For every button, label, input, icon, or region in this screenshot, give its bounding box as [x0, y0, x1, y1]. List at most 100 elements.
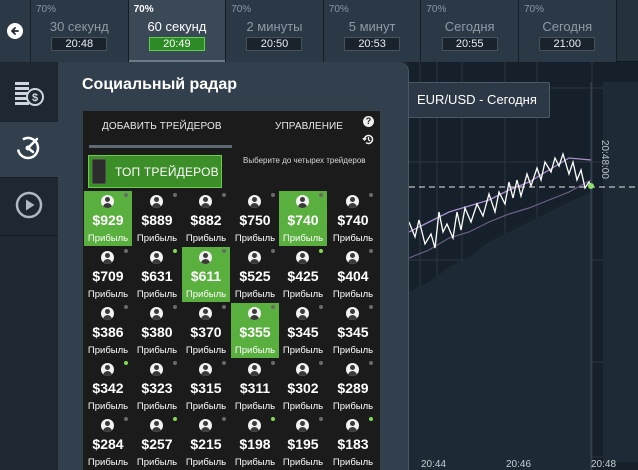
profit-label: Прибыль [136, 345, 178, 356]
trader-card[interactable]: $345 Прибыль [329, 303, 377, 358]
expiry-duration: Сегодня [542, 19, 593, 34]
back-button[interactable] [0, 0, 31, 62]
sidebar-item-social-radar[interactable] [0, 122, 58, 178]
trader-profit-amount: $315 [190, 380, 222, 396]
trader-card[interactable]: $323 Прибыль [133, 359, 181, 414]
asset-pair-label[interactable]: EUR/USD - Сегодня [407, 82, 550, 118]
social-radar-panel: Социальный радар ДОБАВИТЬ ТРЕЙДЕРОВ УПРА… [58, 62, 409, 470]
trader-profit-amount: $740 [337, 212, 369, 228]
help-icon[interactable]: ? [363, 116, 374, 127]
profit-label: Прибыль [87, 233, 129, 244]
trader-card[interactable]: $425 Прибыль [279, 247, 327, 302]
profit-label: Прибыль [332, 345, 374, 356]
trader-card[interactable]: $386 Прибыль [84, 303, 132, 358]
profit-label: Прибыль [282, 289, 324, 300]
expiry-tab[interactable]: 70% Сегодня 20:55 [421, 0, 519, 62]
trader-card[interactable]: $183 Прибыль [329, 415, 377, 470]
trader-profit-amount: $740 [287, 212, 319, 228]
trader-profit-amount: $289 [337, 380, 369, 396]
trader-profit-amount: $631 [141, 268, 173, 284]
history-icon[interactable] [362, 133, 375, 151]
status-dot [319, 249, 323, 253]
trader-card[interactable]: $315 Прибыль [182, 359, 230, 414]
x-tick-label: 20:48 [591, 459, 617, 470]
trader-card[interactable]: $750 Прибыль [231, 191, 279, 246]
profit-label: Прибыль [87, 401, 129, 412]
trader-card[interactable]: $370 Прибыль [182, 303, 230, 358]
avatar-icon [346, 251, 359, 264]
status-dot [319, 193, 323, 197]
profit-label: Прибыль [332, 457, 374, 468]
trader-card[interactable]: $882 Прибыль [182, 191, 230, 246]
trader-profit-amount: $345 [287, 324, 319, 340]
status-dot [222, 193, 226, 197]
trader-card[interactable]: $289 Прибыль [329, 359, 377, 414]
sidebar-item-earnings[interactable]: $ [0, 68, 58, 124]
trader-card[interactable]: $198 Прибыль [231, 415, 279, 470]
trader-profit-amount: $302 [287, 380, 319, 396]
expiry-time: 20:49 [148, 37, 205, 51]
avatar-icon [296, 363, 309, 376]
trader-card[interactable]: $195 Прибыль [279, 415, 327, 470]
trader-profit-amount: $380 [141, 324, 173, 340]
expiry-tab[interactable]: 70% Сегодня 21:00 [518, 0, 617, 62]
trader-card[interactable]: $302 Прибыль [279, 359, 327, 414]
trader-card[interactable]: $404 Прибыль [329, 247, 377, 302]
profit-label: Прибыль [87, 457, 129, 468]
trader-card[interactable]: $342 Прибыль [84, 359, 132, 414]
expiry-duration: 60 секунд [147, 19, 207, 34]
trader-card[interactable]: $257 Прибыль [133, 415, 181, 470]
trader-card[interactable]: $215 Прибыль [182, 415, 230, 470]
status-dot [222, 361, 226, 365]
expiry-time: 20:53 [344, 37, 401, 51]
status-dot [369, 193, 373, 197]
trader-profit-amount: $345 [337, 324, 369, 340]
expiry-tab[interactable]: 70% 30 секунд 20:48 [31, 0, 129, 62]
trader-profit-amount: $425 [287, 268, 319, 284]
status-dot [319, 361, 323, 365]
trader-card[interactable]: $525 Прибыль [231, 247, 279, 302]
trader-card[interactable]: $611 Прибыль [182, 247, 230, 302]
top-traders-toggle[interactable]: ТОП ТРЕЙДЕРОВ [88, 155, 222, 188]
avatar-icon [346, 419, 359, 432]
price-chart[interactable]: 20:48:00 [409, 62, 638, 470]
trader-card[interactable]: $311 Прибыль [231, 359, 279, 414]
tab-add-traders[interactable]: ДОБАВИТЬ ТРЕЙДЕРОВ [102, 121, 222, 132]
traders-panel: ДОБАВИТЬ ТРЕЙДЕРОВ УПРАВЛЕНИЕ ? Выберите… [83, 111, 380, 470]
profit-label: Прибыль [136, 457, 178, 468]
trader-profit-amount: $709 [92, 268, 124, 284]
trader-card[interactable]: $709 Прибыль [84, 247, 132, 302]
trader-profit-amount: $750 [239, 212, 271, 228]
profit-label: Прибыль [136, 289, 178, 300]
expiry-tab[interactable]: 70% 60 секунд 20:49 [128, 0, 227, 62]
profit-label: Прибыль [332, 233, 374, 244]
avatar-icon [150, 363, 163, 376]
tab-manage[interactable]: УПРАВЛЕНИЕ [275, 121, 343, 132]
trader-profit-amount: $342 [92, 380, 124, 396]
trader-card[interactable]: $355 Прибыль [231, 303, 279, 358]
trader-card[interactable]: $345 Прибыль [279, 303, 327, 358]
sidebar-item-tutorial[interactable] [0, 180, 58, 236]
avatar-icon [101, 195, 114, 208]
trader-card[interactable]: $380 Прибыль [133, 303, 181, 358]
trader-profit-amount: $311 [239, 380, 271, 396]
profit-label: Прибыль [282, 345, 324, 356]
expiry-time: 20:55 [441, 37, 498, 51]
trader-card[interactable]: $740 Прибыль [279, 191, 327, 246]
profit-label: Прибыль [136, 233, 178, 244]
trader-card[interactable]: $929 Прибыль [84, 191, 132, 246]
trader-card[interactable]: $284 Прибыль [84, 415, 132, 470]
trader-card[interactable]: $889 Прибыль [133, 191, 181, 246]
avatar-icon [101, 363, 114, 376]
status-dot [124, 249, 128, 253]
avatar-icon [101, 419, 114, 432]
avatar-icon [199, 195, 212, 208]
trader-profit-amount: $386 [92, 324, 124, 340]
expiry-tab[interactable]: 70% 5 минут 20:53 [323, 0, 422, 62]
status-dot [173, 193, 177, 197]
profit-label: Прибыль [185, 401, 227, 412]
trader-card[interactable]: $631 Прибыль [133, 247, 181, 302]
avatar-icon [199, 363, 212, 376]
expiry-tab[interactable]: 70% 2 минуты 20:50 [226, 0, 324, 62]
trader-card[interactable]: $740 Прибыль [329, 191, 377, 246]
